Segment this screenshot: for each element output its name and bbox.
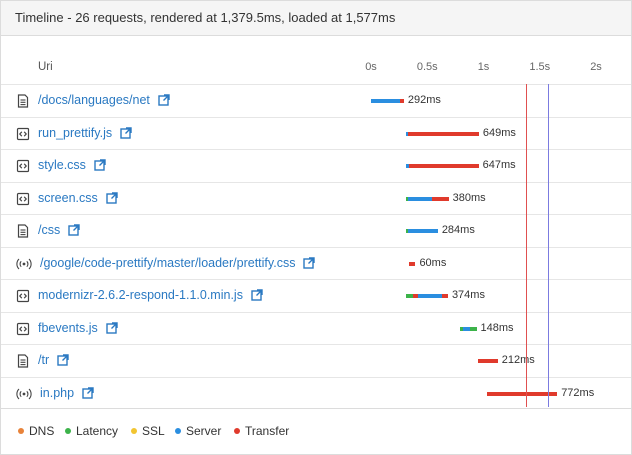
legend-label: Server: [186, 424, 222, 438]
code-icon: [16, 192, 30, 206]
external-link-icon[interactable]: [251, 289, 263, 301]
legend-dot-icon: [175, 428, 181, 434]
request-duration: 647ms: [482, 159, 516, 171]
request-duration: 772ms: [561, 386, 595, 399]
legend-label: Latency: [76, 424, 119, 438]
external-link-icon[interactable]: [120, 126, 132, 139]
legend-label: DNS: [29, 424, 55, 438]
request-row: /tr 212ms: [1, 344, 631, 377]
request-uri-link[interactable]: in.php: [40, 386, 74, 400]
document-icon: [16, 94, 30, 108]
request-uri-link[interactable]: screen.css: [38, 191, 98, 205]
external-link-icon[interactable]: [68, 224, 80, 236]
code-icon: [16, 127, 30, 141]
request-duration: 380ms: [452, 191, 486, 204]
request-duration: 60ms: [419, 256, 447, 269]
request-uri-link[interactable]: /tr: [38, 353, 49, 367]
legend-label: Transfer: [245, 424, 290, 438]
axis-tick: 1s: [477, 61, 490, 73]
request-duration: 212ms: [501, 354, 535, 366]
request-duration: 148ms: [480, 321, 514, 334]
request-uri-link[interactable]: style.css: [38, 158, 86, 172]
legend-label: SSL: [142, 424, 165, 438]
request-uri-link[interactable]: /google/code-prettify/master/loader/pret…: [40, 256, 295, 270]
request-duration: 649ms: [482, 126, 516, 139]
uri-column-header: Uri: [38, 61, 53, 73]
timing-bar-transfer: [432, 196, 449, 201]
timing-bar-transfer: [441, 294, 448, 298]
request-row: fbevents.js 148ms: [1, 311, 631, 345]
timing-bar-server: [408, 196, 433, 201]
external-link-icon[interactable]: [158, 94, 170, 106]
timing-bar-latency: [470, 326, 477, 331]
external-link-icon[interactable]: [303, 256, 316, 269]
external-link-icon[interactable]: [82, 386, 94, 399]
request-uri-link[interactable]: /css: [38, 223, 60, 237]
request-row: style.css 647ms: [1, 149, 631, 182]
request-row: run_prettify.js 649ms: [1, 116, 631, 150]
request-row: /google/code-prettify/master/loader/pret…: [1, 246, 631, 280]
request-row: modernizr-2.6.2-respond-1.1.0.min.js 374m…: [1, 279, 631, 312]
external-link-icon[interactable]: [106, 191, 118, 204]
timeline-panel: Timeline - 26 requests, rendered at 1,37…: [0, 0, 632, 455]
code-icon: [16, 289, 30, 303]
timeline-title: Timeline - 26 requests, rendered at 1,37…: [15, 10, 396, 25]
request-duration: 284ms: [441, 224, 475, 236]
timing-bar-transfer: [407, 131, 479, 136]
document-icon: [16, 354, 30, 368]
timing-bar-server: [407, 229, 438, 233]
legend-dot-icon: [131, 428, 137, 434]
timeline-header: Timeline - 26 requests, rendered at 1,37…: [1, 1, 631, 36]
external-link-icon[interactable]: [57, 354, 69, 366]
timing-bar-transfer: [408, 261, 416, 266]
legend-dot-icon: [18, 428, 24, 434]
legend-dot-icon: [65, 428, 71, 434]
external-link-icon[interactable]: [94, 159, 106, 171]
request-duration: 292ms: [407, 94, 441, 106]
axis-tick: 1.5s: [529, 61, 551, 73]
loaded-marker-line: [548, 84, 550, 407]
phase-legend: DNS Latency SSL Server Transfer: [1, 408, 631, 454]
axis-tick: 2s: [590, 61, 602, 73]
timing-bar-transfer: [478, 359, 498, 363]
axis-tick: 0s: [365, 61, 377, 73]
axis-tick: 0.5s: [416, 61, 438, 73]
timing-bar-transfer: [486, 391, 558, 396]
request-uri-link[interactable]: fbevents.js: [38, 321, 98, 335]
legend-dot-icon: [234, 428, 240, 434]
request-duration: 374ms: [451, 289, 485, 301]
document-icon: [16, 224, 30, 238]
code-icon: [16, 159, 30, 173]
request-uri-link[interactable]: run_prettify.js: [38, 126, 112, 140]
request-row: /css 284ms: [1, 214, 631, 247]
timing-bar-server: [371, 99, 400, 103]
request-uri-link[interactable]: /docs/languages/net: [38, 93, 150, 107]
rendered-marker-line: [526, 84, 528, 407]
timing-bar-server: [418, 294, 442, 298]
broadcast-icon: [16, 387, 32, 401]
request-row: /docs/languages/net 292ms: [1, 84, 631, 117]
code-icon: [16, 322, 30, 336]
broadcast-icon: [16, 257, 32, 271]
request-uri-link[interactable]: modernizr-2.6.2-respond-1.1.0.min.js: [38, 288, 243, 302]
external-link-icon[interactable]: [106, 321, 118, 334]
request-row: screen.css 380ms: [1, 181, 631, 215]
timing-bar-server: [463, 326, 470, 331]
request-row: in.php 772ms: [1, 376, 631, 410]
timing-bar-transfer: [399, 99, 404, 103]
timing-bar-latency: [405, 294, 413, 298]
timing-bar-transfer: [408, 164, 479, 168]
